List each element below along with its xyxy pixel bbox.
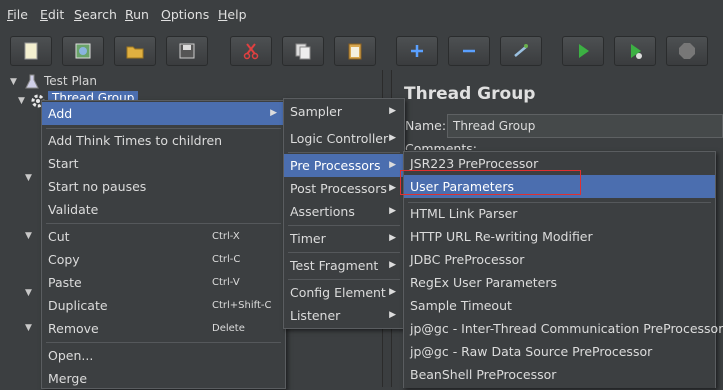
- menu-item-start-no-pauses[interactable]: Start no pauses: [42, 175, 285, 198]
- menu-item-timer[interactable]: Timer ▶: [284, 227, 404, 250]
- menu-item-test-fragment[interactable]: Test Fragment ▶: [284, 254, 404, 277]
- test-plan-icon: [25, 74, 39, 89]
- menu-help[interactable]: Help: [218, 7, 247, 22]
- menu-item-listener[interactable]: Listener ▶: [284, 304, 404, 327]
- copy-icon: [295, 43, 311, 60]
- submenu-arrow-icon: ▶: [389, 310, 396, 320]
- menu-item-regex-user-parameters[interactable]: RegEx User Parameters: [404, 271, 715, 294]
- menu-item-add-think-times[interactable]: Add Think Times to children: [42, 129, 285, 152]
- menu-file[interactable]: File: [7, 7, 28, 22]
- menu-item-validate[interactable]: Validate: [42, 198, 285, 221]
- paste-button[interactable]: [334, 36, 376, 66]
- expand-toggle-icon[interactable]: ▼: [25, 231, 32, 241]
- menu-item-inter-thread-communication[interactable]: jp@gc - Inter-Thread Communication PrePr…: [404, 317, 723, 340]
- expand-toggle-icon[interactable]: ▼: [18, 96, 25, 106]
- menu-item-assertions[interactable]: Assertions ▶: [284, 200, 404, 223]
- new-button[interactable]: [10, 36, 52, 66]
- expand-toggle-icon[interactable]: ▼: [10, 77, 17, 87]
- copy-button[interactable]: [282, 36, 324, 66]
- menu-item-html-link-parser[interactable]: HTML Link Parser: [404, 202, 715, 225]
- save-button[interactable]: [166, 36, 208, 66]
- comments-label: Comments:: [405, 141, 477, 150]
- collapse-icon: [463, 49, 475, 53]
- menu-item-jdbc-preprocessor[interactable]: JDBC PreProcessor: [404, 248, 715, 271]
- menu-item-config-element[interactable]: Config Element ▶: [284, 281, 404, 304]
- menu-item-add[interactable]: Add ▶: [42, 102, 285, 125]
- start-no-pauses-button[interactable]: [614, 36, 656, 66]
- menu-item-sample-timeout[interactable]: Sample Timeout: [404, 294, 715, 317]
- menu-separator: [288, 252, 400, 253]
- menu-item-start[interactable]: Start: [42, 152, 285, 175]
- expand-icon: [411, 45, 423, 57]
- menu-separator: [46, 342, 281, 343]
- start-no-pauses-icon: [631, 44, 642, 59]
- highlight-box: [400, 170, 581, 195]
- menu-separator: [288, 152, 400, 153]
- menu-bar: File Edit Search Run Options Help: [0, 0, 723, 28]
- stop-button[interactable]: [666, 36, 708, 66]
- start-icon: [579, 44, 589, 58]
- stop-icon: [679, 43, 695, 59]
- expand-toggle-icon[interactable]: ▼: [25, 173, 32, 183]
- open-icon: [126, 46, 144, 59]
- cut-icon: [243, 43, 259, 60]
- submenu-arrow-icon: ▶: [389, 133, 396, 143]
- menu-edit[interactable]: Edit: [40, 7, 64, 22]
- page-title: Thread Group: [404, 84, 536, 104]
- templates-button[interactable]: [62, 36, 104, 66]
- menu-separator: [288, 279, 400, 280]
- menu-item-remove[interactable]: Remove Delete: [42, 317, 285, 340]
- expand-button[interactable]: [396, 36, 438, 66]
- submenu-arrow-icon: ▶: [389, 183, 396, 193]
- name-field[interactable]: Thread Group: [447, 114, 723, 138]
- save-icon: [179, 43, 195, 59]
- menu-item-beanshell-preprocessor[interactable]: BeanShell PreProcessor: [404, 363, 715, 386]
- submenu-arrow-icon: ▶: [389, 287, 396, 297]
- submenu-arrow-icon: ▶: [389, 160, 396, 170]
- menu-item-logic-controller[interactable]: Logic Controller ▶: [284, 127, 404, 150]
- submenu-arrow-icon: ▶: [389, 206, 396, 216]
- submenu-arrow-icon: ▶: [270, 108, 277, 118]
- name-label: Name:: [405, 118, 447, 133]
- context-menu: Add ▶ Add Think Times to children Start S…: [41, 100, 286, 389]
- menu-options[interactable]: Options: [161, 7, 209, 22]
- start-button[interactable]: [562, 36, 604, 66]
- menu-separator: [46, 223, 281, 224]
- menu-item-pre-processors[interactable]: Pre Processors ▶: [284, 154, 404, 177]
- menu-item-copy[interactable]: Copy Ctrl-C: [42, 248, 285, 271]
- open-button[interactable]: [114, 36, 156, 66]
- menu-item-duplicate[interactable]: Duplicate Ctrl+Shift-C: [42, 294, 285, 317]
- menu-item-post-processors[interactable]: Post Processors ▶: [284, 177, 404, 200]
- new-icon: [24, 42, 38, 60]
- expand-toggle-icon[interactable]: ▼: [25, 288, 32, 298]
- menu-item-paste[interactable]: Paste Ctrl-V: [42, 271, 285, 294]
- add-submenu: Sampler ▶ Logic Controller ▶ Pre Processor…: [283, 98, 405, 329]
- tree-item-test-plan[interactable]: Test Plan: [44, 72, 97, 90]
- paste-icon: [348, 43, 362, 60]
- menu-item-cut[interactable]: Cut Ctrl-X: [42, 225, 285, 248]
- menu-item-http-url-rewriting-modifier[interactable]: HTTP URL Re-writing Modifier: [404, 225, 715, 248]
- submenu-arrow-icon: ▶: [389, 106, 396, 116]
- toggle-icon: [514, 44, 528, 57]
- collapse-button[interactable]: [448, 36, 490, 66]
- menu-separator: [288, 225, 400, 226]
- submenu-arrow-icon: ▶: [389, 233, 396, 243]
- menu-item-raw-data-source[interactable]: jp@gc - Raw Data Source PreProcessor: [404, 340, 715, 363]
- menu-run[interactable]: Run: [125, 7, 149, 22]
- expand-toggle-icon[interactable]: ▼: [25, 323, 32, 333]
- menu-item-sampler[interactable]: Sampler ▶: [284, 100, 404, 123]
- toggle-button[interactable]: [500, 36, 542, 66]
- menu-item-open[interactable]: Open...: [42, 344, 285, 367]
- menu-search[interactable]: Search: [74, 7, 117, 22]
- submenu-arrow-icon: ▶: [389, 260, 396, 270]
- cut-button[interactable]: [230, 36, 272, 66]
- templates-icon: [75, 43, 91, 59]
